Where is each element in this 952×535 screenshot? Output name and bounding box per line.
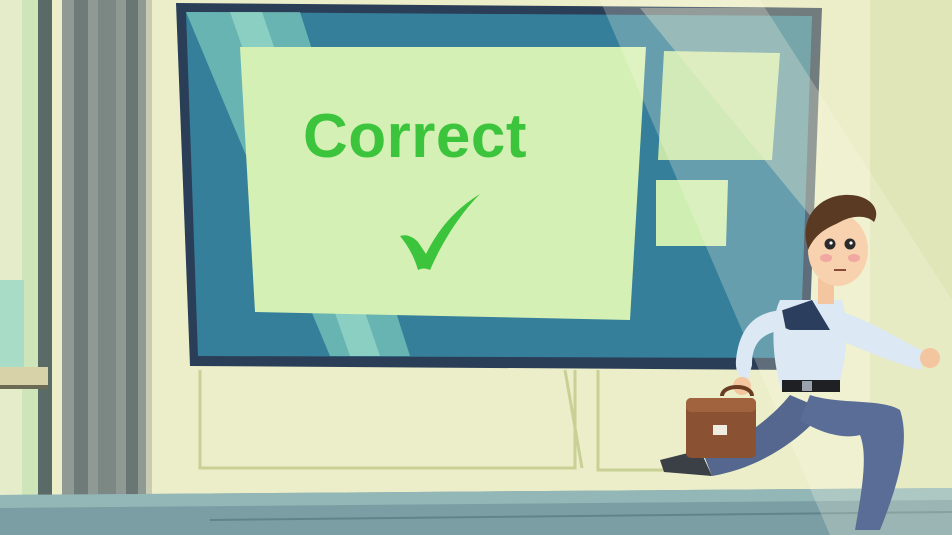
floor: [0, 488, 952, 535]
result-label: Correct: [303, 102, 528, 171]
main-panel: [240, 47, 646, 320]
left-window: [0, 0, 52, 495]
checkmark-icon: [400, 194, 480, 270]
curtain: [62, 0, 152, 505]
